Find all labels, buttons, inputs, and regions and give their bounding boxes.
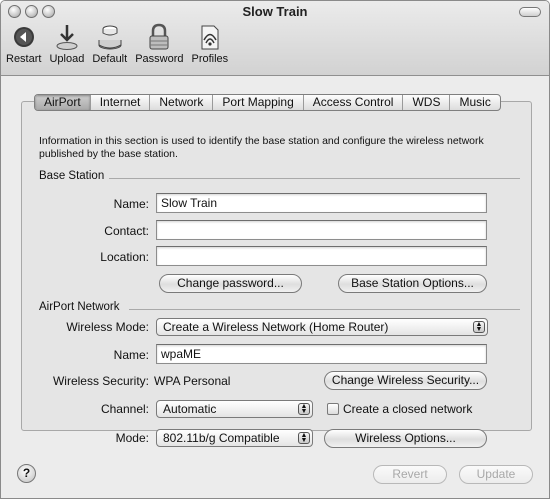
popup-arrows-icon: ▲ ▼: [298, 432, 310, 444]
wireless-security-value: WPA Personal: [154, 374, 231, 388]
base-station-heading: Base Station: [39, 170, 105, 182]
revert-button[interactable]: Revert: [373, 465, 447, 484]
toolbar-default-button[interactable]: Default: [92, 22, 127, 65]
toolbar-restart-label: Restart: [6, 53, 42, 65]
channel-value: Automatic: [163, 402, 217, 416]
mode-popup[interactable]: 802.11b/g Compatible ▲ ▼: [156, 429, 313, 447]
toolbar-toggle-button[interactable]: [519, 7, 541, 17]
lock-icon: [142, 22, 176, 52]
popup-arrows-icon: ▲ ▼: [298, 403, 310, 415]
network-name-label: Name:: [113, 348, 149, 362]
channel-popup[interactable]: Automatic ▲ ▼: [156, 400, 313, 418]
contact-label: Contact:: [104, 224, 149, 238]
help-button[interactable]: ?: [17, 464, 36, 483]
change-wireless-security-button[interactable]: Change Wireless Security...: [324, 371, 487, 390]
airport-network-heading: AirPort Network: [39, 301, 120, 313]
channel-label: Channel:: [100, 402, 149, 416]
window-chrome: Slow Train Restart Upload Default Passwo…: [1, 1, 549, 76]
toolbar-upload-label: Upload: [49, 53, 85, 65]
popup-arrows-icon: ▲ ▼: [473, 321, 485, 333]
info-text: Information in this section is used to i…: [39, 135, 484, 160]
toolbar-profiles-label: Profiles: [191, 53, 229, 65]
tab-airport[interactable]: AirPort: [35, 95, 90, 110]
update-button[interactable]: Update: [459, 465, 533, 484]
closed-network-checkbox[interactable]: [327, 403, 339, 415]
toolbar-password-label: Password: [135, 53, 184, 65]
location-label: Location:: [100, 250, 149, 264]
base-station-name-field[interactable]: [156, 193, 487, 213]
wireless-mode-label: Wireless Mode:: [66, 320, 149, 334]
wireless-security-label: Wireless Security:: [52, 374, 149, 388]
airport-network-separator: [129, 309, 520, 310]
upload-icon: [50, 22, 84, 52]
tab-network[interactable]: Network: [149, 95, 212, 110]
base-station-options-button[interactable]: Base Station Options...: [338, 274, 487, 293]
window: Slow Train Restart Upload Default Passwo…: [0, 0, 550, 499]
wireless-mode-popup[interactable]: Create a Wireless Network (Home Router) …: [156, 318, 488, 336]
wireless-mode-value: Create a Wireless Network (Home Router): [163, 320, 389, 334]
toolbar-upload-button[interactable]: Upload: [49, 22, 84, 65]
default-icon: [93, 22, 127, 52]
location-field[interactable]: [156, 246, 487, 266]
tab-music[interactable]: Music: [449, 95, 499, 110]
tab-port-mapping[interactable]: Port Mapping: [212, 95, 302, 110]
base-station-separator: [109, 178, 520, 179]
network-name-field[interactable]: [156, 344, 487, 364]
toolbar-profiles-button[interactable]: Profiles: [191, 22, 228, 65]
tab-bar: AirPort Internet Network Port Mapping Ac…: [34, 94, 501, 111]
profiles-icon: [193, 22, 227, 52]
content-area: AirPort Internet Network Port Mapping Ac…: [1, 77, 549, 498]
wireless-options-button[interactable]: Wireless Options...: [324, 429, 487, 448]
closed-network-label[interactable]: Create a closed network: [343, 402, 472, 416]
restart-icon: [7, 22, 41, 52]
toolbar-password-button[interactable]: Password: [135, 22, 183, 65]
toolbar-restart-button[interactable]: Restart: [6, 22, 41, 65]
contact-field[interactable]: [156, 220, 487, 240]
window-title: Slow Train: [242, 4, 308, 19]
name-label: Name:: [113, 197, 149, 211]
tab-wds[interactable]: WDS: [402, 95, 449, 110]
toolbar: Restart Upload Default Password Profiles: [6, 22, 236, 65]
tab-internet[interactable]: Internet: [89, 95, 150, 110]
mode-value: 802.11b/g Compatible: [163, 431, 280, 445]
change-password-button[interactable]: Change password...: [159, 274, 302, 293]
toolbar-default-label: Default: [92, 53, 128, 65]
tab-access-control[interactable]: Access Control: [302, 95, 403, 110]
mode-label: Mode:: [115, 431, 149, 445]
